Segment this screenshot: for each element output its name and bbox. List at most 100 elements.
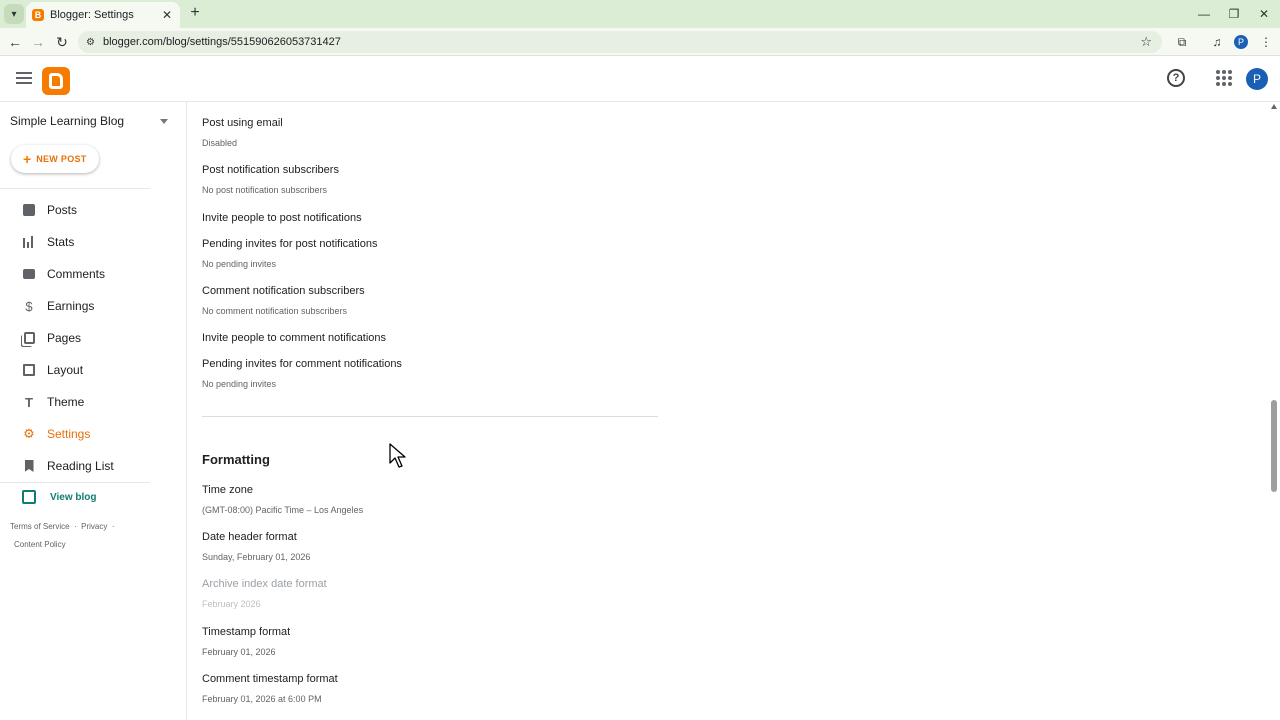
minimize-icon[interactable]: — <box>1189 0 1219 28</box>
bookmark-icon <box>22 459 36 473</box>
sidebar-item-settings[interactable]: ⚙ Settings <box>0 420 187 448</box>
sidebar-item-stats[interactable]: Stats <box>0 228 187 256</box>
extensions-icon[interactable]: ⧉ <box>1173 33 1191 51</box>
blog-name: Simple Learning Blog <box>10 114 125 128</box>
media-control-icon[interactable]: ♫ <box>1208 33 1226 51</box>
privacy-link[interactable]: Privacy <box>81 518 107 536</box>
page-scrollbar[interactable] <box>1268 102 1280 720</box>
dollar-icon: $ <box>25 298 33 314</box>
tab-close-icon[interactable]: ✕ <box>160 8 174 22</box>
browser-tab-active[interactable]: B Blogger: Settings ✕ <box>26 2 180 28</box>
sidebar-item-label: Stats <box>47 235 75 249</box>
setting-label: Comment notification subscribers <box>202 285 365 297</box>
setting-pending-invites-comment[interactable]: Pending invites for comment notification… <box>202 358 402 389</box>
setting-invite-comment-notifications[interactable]: Invite people to comment notifications <box>202 332 386 344</box>
mouse-pointer-icon <box>389 443 406 468</box>
sidebar-item-theme[interactable]: T Theme <box>0 388 187 416</box>
setting-value: No pending invites <box>202 379 277 389</box>
setting-value: Sunday, February 01, 2026 <box>202 552 311 562</box>
setting-value: No pending invites <box>202 259 277 269</box>
browser-profile-avatar[interactable]: P <box>1234 35 1248 49</box>
footer-links: Terms of Service · Privacy · Content Pol… <box>10 518 160 554</box>
setting-post-using-email[interactable]: Post using email Disabled <box>202 117 283 148</box>
back-icon[interactable]: ← <box>5 32 25 52</box>
sidebar-item-label: Earnings <box>47 299 95 313</box>
sidebar-divider <box>0 482 150 483</box>
setting-label: Date header format <box>202 531 297 543</box>
scrollbar-thumb[interactable] <box>1271 400 1277 492</box>
browser-menu-icon[interactable]: ⋮ <box>1257 33 1275 51</box>
sidebar-item-pages[interactable]: Pages <box>0 324 187 352</box>
sidebar-item-earnings[interactable]: $ Earnings <box>0 292 187 320</box>
sidebar-item-label: Layout <box>47 363 84 377</box>
setting-value: No comment notification subscribers <box>202 306 348 316</box>
address-bar[interactable]: ⚙ blogger.com/blog/settings/551590626053… <box>78 31 1162 53</box>
chevron-down-icon <box>160 118 168 124</box>
help-icon[interactable]: ? <box>1167 69 1185 87</box>
setting-invite-post-notifications[interactable]: Invite people to post notifications <box>202 212 362 224</box>
account-avatar[interactable]: P <box>1246 68 1268 90</box>
settings-content: Post using email Disabled Post notificat… <box>188 102 1268 720</box>
bookmark-star-icon[interactable]: ☆ <box>1140 34 1152 50</box>
sidebar-item-comments[interactable]: Comments <box>0 260 187 288</box>
setting-archive-index-date-format: Archive index date format February 2026 <box>202 578 327 609</box>
section-divider <box>202 416 658 417</box>
setting-label: Invite people to comment notifications <box>202 332 387 344</box>
new-post-button[interactable]: + NEW POST <box>11 145 99 173</box>
stats-icon <box>22 235 36 249</box>
plus-icon: + <box>23 151 32 167</box>
setting-value: No post notification subscribers <box>202 185 328 195</box>
reload-icon[interactable]: ↻ <box>52 32 72 52</box>
new-post-label: NEW POST <box>36 154 87 164</box>
apps-grid-icon[interactable] <box>1216 70 1232 86</box>
menu-icon[interactable] <box>14 69 34 89</box>
setting-value: February 2026 <box>202 599 261 609</box>
tab-title: Blogger: Settings <box>50 9 134 21</box>
setting-label: Pending invites for comment notification… <box>202 358 402 370</box>
setting-time-zone[interactable]: Time zone (GMT-08:00) Pacific Time – Los… <box>202 484 363 515</box>
setting-timestamp-format[interactable]: Timestamp format February 01, 2026 <box>202 626 290 657</box>
setting-label: Invite people to post notifications <box>202 212 362 224</box>
app-header: ? P <box>0 57 1280 102</box>
setting-label: Post notification subscribers <box>202 164 339 176</box>
view-blog-link[interactable]: View blog <box>22 490 97 504</box>
setting-value: (GMT-08:00) Pacific Time – Los Angeles <box>202 505 364 515</box>
blogger-logo-icon[interactable] <box>42 67 70 95</box>
tab-search-button[interactable]: ▾ <box>4 4 24 24</box>
setting-pending-invites-post[interactable]: Pending invites for post notifications N… <box>202 238 378 269</box>
new-tab-button[interactable]: + <box>186 4 204 22</box>
content-policy-link[interactable]: Content Policy <box>14 536 66 554</box>
blog-selector[interactable]: Simple Learning Blog <box>10 114 170 128</box>
browser-toolbar: ← → ↻ ⚙ blogger.com/blog/settings/551590… <box>0 28 1280 56</box>
setting-value: February 01, 2026 <box>202 647 276 657</box>
setting-label: Comment timestamp format <box>202 673 338 685</box>
sidebar-item-label: Theme <box>47 395 85 409</box>
browser-tab-bar: ▾ B Blogger: Settings ✕ + — ❐ ✕ <box>0 0 1280 28</box>
gear-icon: ⚙ <box>23 426 35 441</box>
sidebar-item-label: Pages <box>47 331 82 345</box>
setting-post-notification-subscribers[interactable]: Post notification subscribers No post no… <box>202 164 339 195</box>
theme-icon: T <box>25 394 33 410</box>
setting-date-header-format[interactable]: Date header format Sunday, February 01, … <box>202 531 310 562</box>
setting-label: Pending invites for post notifications <box>202 238 378 250</box>
setting-comment-notification-subscribers[interactable]: Comment notification subscribers No comm… <box>202 285 365 316</box>
sidebar-item-label: Reading List <box>47 459 114 473</box>
pages-icon <box>22 331 36 345</box>
setting-label: Time zone <box>202 484 253 496</box>
site-info-icon[interactable]: ⚙ <box>86 37 95 48</box>
forward-icon[interactable]: → <box>28 32 48 52</box>
setting-label: Timestamp format <box>202 626 291 638</box>
terms-link[interactable]: Terms of Service <box>10 518 70 536</box>
open-external-icon <box>22 490 36 504</box>
sidebar-item-reading-list[interactable]: Reading List <box>0 452 187 480</box>
formatting-section-title: Formatting <box>202 452 270 467</box>
scroll-up-arrow-icon[interactable] <box>1271 104 1277 109</box>
sidebar-item-label: Settings <box>47 427 91 441</box>
sidebar-item-layout[interactable]: Layout <box>0 356 187 384</box>
restore-icon[interactable]: ❐ <box>1219 0 1249 28</box>
sidebar-item-posts[interactable]: Posts <box>0 196 187 224</box>
view-blog-label: View blog <box>50 491 97 503</box>
window-close-icon[interactable]: ✕ <box>1249 0 1279 28</box>
setting-comment-timestamp-format[interactable]: Comment timestamp format February 01, 20… <box>202 673 338 704</box>
setting-value: February 01, 2026 at 6:00 PM <box>202 694 322 704</box>
